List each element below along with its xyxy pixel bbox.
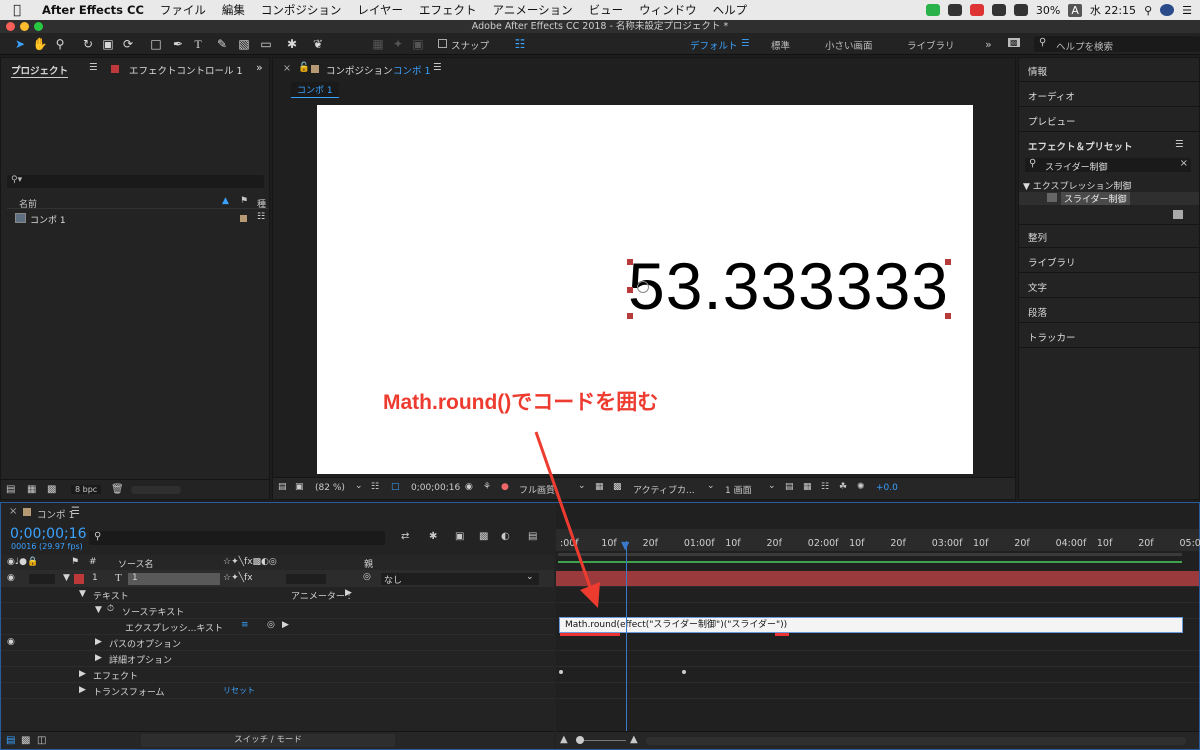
arrow-line [534,431,592,588]
app-window:  After Effects CC ファイル 編集 コンポジション レイヤー … [0,0,1200,750]
annotation-arrow [534,431,600,608]
